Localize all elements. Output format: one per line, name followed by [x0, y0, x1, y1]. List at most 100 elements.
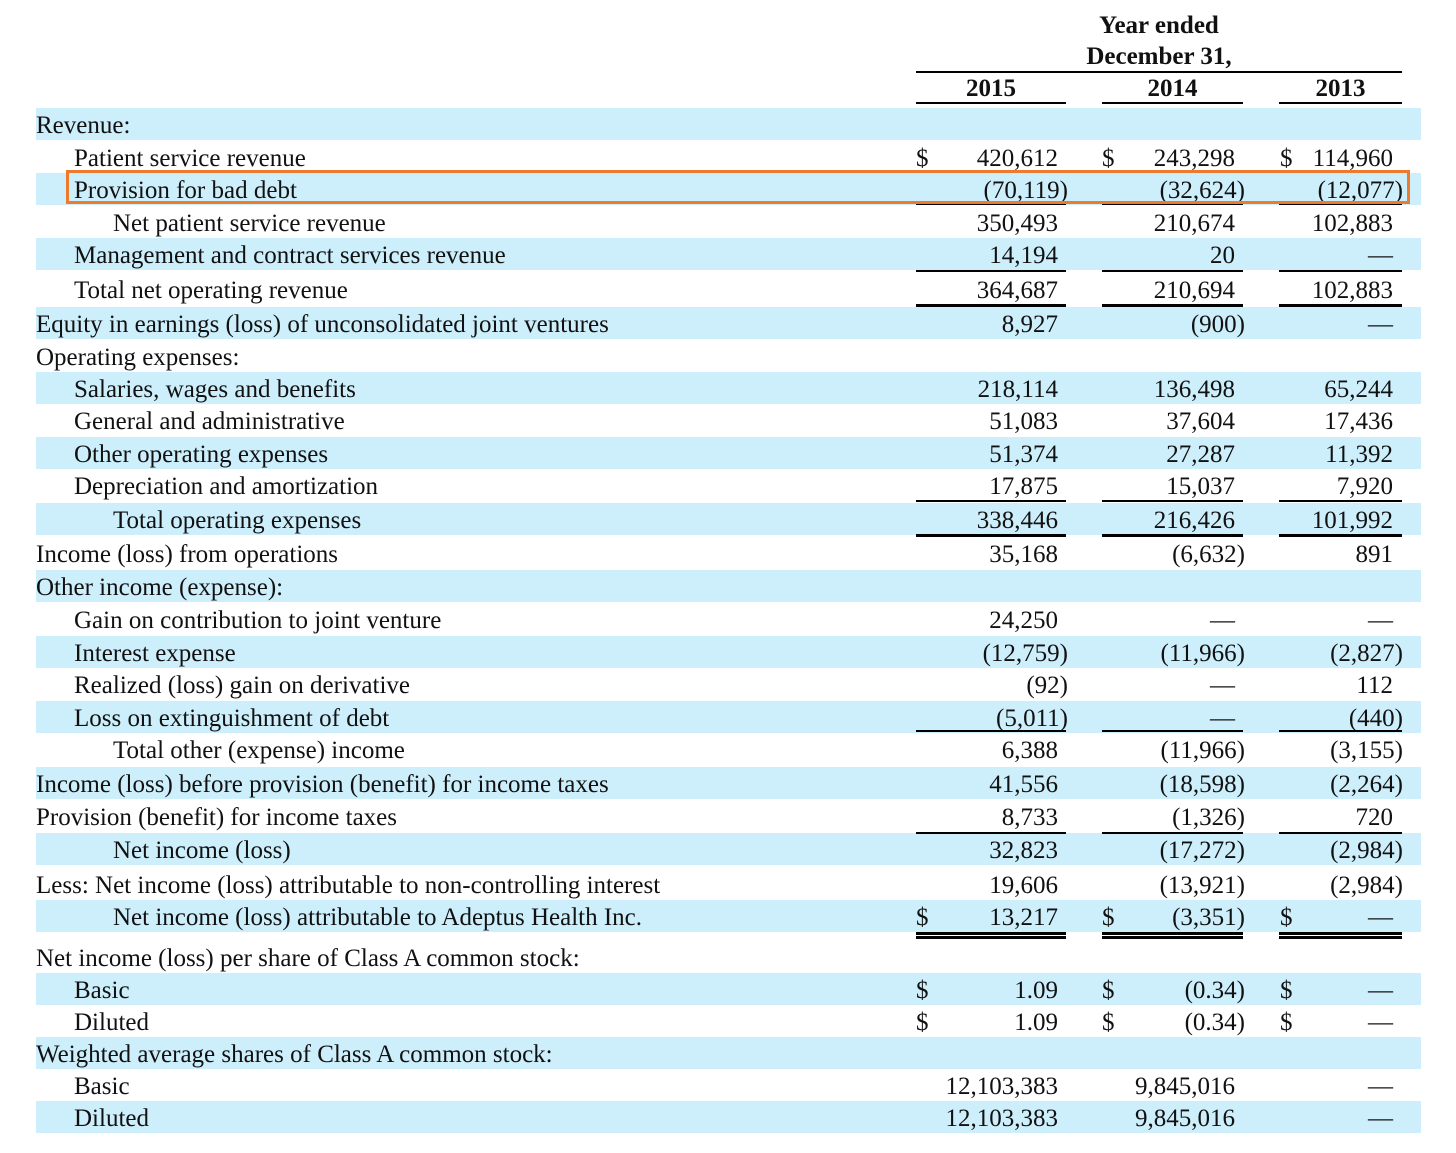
- row-label: Depreciation and amortization: [74, 473, 379, 500]
- cell-value-2013: —: [1368, 311, 1393, 338]
- table-row: Patient service revenue 420,612 243,298 114…: [36, 141, 1421, 173]
- table-row: Equity in earnings (loss) of unconsolida…: [36, 307, 1421, 339]
- cell-value-2015: (92): [1026, 672, 1068, 699]
- table-row: Other income (expense):: [36, 570, 1421, 602]
- year-rule-2013: [1279, 102, 1402, 104]
- year-header-2014: 2014: [1147, 75, 1198, 102]
- cell-value-2014: 15,037: [1166, 473, 1235, 500]
- table-row: Weighted average shares of Class A commo…: [36, 1037, 1421, 1069]
- underline-rule: [916, 534, 1066, 537]
- header-title-line1: Year ended: [1099, 12, 1219, 39]
- row-label: Net income (loss): [113, 837, 291, 864]
- cell-value-2015: 17,875: [989, 473, 1058, 500]
- cell-value-2014: 37,604: [1166, 408, 1235, 435]
- row-label: Salaries, wages and benefits: [74, 376, 356, 403]
- table-row: Operating expenses:: [36, 340, 1421, 372]
- cell-value-2014: 27,287: [1166, 441, 1235, 468]
- row-label: Other income (expense):: [36, 574, 284, 601]
- underline-rule: [916, 500, 1066, 502]
- table-row: Net income (loss) per share of Class A c…: [36, 941, 1421, 973]
- highlight-box-provision-for-bad-debt: [66, 170, 1410, 204]
- cell-value-2015: 35,168: [989, 541, 1058, 568]
- table-row: Diluted 1.09 (0.34) — $ $ $: [36, 1005, 1421, 1037]
- row-label: Management and contract services revenue: [74, 242, 506, 269]
- underline-rule: [1279, 304, 1402, 307]
- underline-rule: [1102, 832, 1243, 834]
- table-row: Management and contract services revenue…: [36, 238, 1421, 270]
- cell-value-2015: 12,103,383: [945, 1105, 1059, 1132]
- cell-value-2014: 210,694: [1153, 277, 1235, 304]
- table-row: Revenue:: [36, 108, 1421, 140]
- table-row: Depreciation and amortization 17,875 15,03…: [36, 469, 1421, 501]
- underline-rule: [1102, 936, 1243, 939]
- table-row: Interest expense (12,759) (11,966) (2,827): [36, 636, 1421, 668]
- cell-value-2013: 891: [1355, 541, 1394, 568]
- row-label: Gain on contribution to joint venture: [74, 607, 442, 634]
- cell-value-2015: (12,759): [982, 640, 1068, 667]
- row-label: Income (loss) from operations: [36, 541, 339, 568]
- cell-value-2014: (900): [1190, 311, 1245, 338]
- cell-value-2014: 9,845,016: [1135, 1073, 1235, 1100]
- table-row: Total operating expenses 338,446 216,426 10…: [36, 503, 1421, 535]
- underline-rule: [1279, 832, 1402, 834]
- year-rule-2014: [1102, 102, 1243, 104]
- table-row: Salaries, wages and benefits 218,114 136,4…: [36, 372, 1421, 404]
- row-label: Diluted: [74, 1105, 149, 1132]
- cell-value-2014: (13,921): [1159, 872, 1245, 899]
- row-label: Less: Net income (loss) attributable to …: [36, 872, 661, 899]
- underline-rule: [916, 270, 1066, 272]
- table-row: Other operating expenses 51,374 27,287 11,3…: [36, 437, 1421, 469]
- cell-value-2014: (11,966): [1160, 737, 1245, 764]
- underline-rule: [1279, 534, 1402, 537]
- row-label: Net income (loss) per share of Class A c…: [36, 945, 580, 972]
- table-row: Net income (loss) attributable to Adeptu…: [36, 900, 1421, 932]
- underline-rule: [916, 932, 1066, 935]
- currency-symbol: $: [1280, 1009, 1293, 1036]
- cell-value-2014: 20: [1210, 242, 1235, 269]
- cell-value-2015: 13,217: [989, 904, 1058, 931]
- row-label: Net income (loss) attributable to Adeptu…: [113, 904, 643, 931]
- underline-rule: [1102, 304, 1243, 307]
- table-row: Loss on extinguishment of debt (5,011) — (4…: [36, 701, 1421, 733]
- year-rule-2015: [916, 102, 1066, 104]
- cell-value-2014: (18,598): [1159, 771, 1245, 798]
- cell-value-2015: 41,556: [989, 771, 1058, 798]
- row-label: General and administrative: [74, 408, 345, 435]
- cell-value-2015: 14,194: [989, 242, 1058, 269]
- cell-value-2014: 210,674: [1153, 210, 1235, 237]
- underline-rule: [1102, 500, 1243, 502]
- cell-value-2013: 17,436: [1324, 408, 1393, 435]
- cell-value-2014: —: [1210, 607, 1235, 634]
- currency-symbol: $: [1102, 977, 1115, 1004]
- cell-value-2014: (17,272): [1159, 837, 1245, 864]
- row-label: Basic: [74, 977, 130, 1004]
- cell-value-2013: 720: [1355, 804, 1394, 831]
- cell-value-2014: 216,426: [1153, 507, 1235, 534]
- table-row: Net patient service revenue 350,493 210,67…: [36, 206, 1421, 238]
- table-row: Less: Net income (loss) attributable to …: [36, 868, 1421, 900]
- cell-value-2015: 6,388: [1001, 737, 1058, 764]
- currency-symbol: $: [1102, 1009, 1115, 1036]
- cell-value-2015: 51,083: [989, 408, 1058, 435]
- table-row: Total other (expense) income 6,388 (11,966…: [36, 733, 1421, 765]
- row-label: Weighted average shares of Class A commo…: [36, 1041, 553, 1068]
- cell-value-2014: (11,966): [1160, 640, 1245, 667]
- currency-symbol: $: [1280, 904, 1293, 931]
- cell-value-2014: 9,845,016: [1135, 1105, 1235, 1132]
- row-label: Total net operating revenue: [74, 277, 348, 304]
- row-label: Realized (loss) gain on derivative: [74, 672, 410, 699]
- row-label: Net patient service revenue: [113, 210, 386, 237]
- row-label: Basic: [74, 1073, 130, 1100]
- currency-symbol: $: [916, 904, 929, 931]
- underline-rule: [1279, 500, 1402, 502]
- underline-rule: [916, 304, 1066, 307]
- row-label: Interest expense: [74, 640, 236, 667]
- row-label: Total other (expense) income: [113, 737, 405, 764]
- cell-value-2015: 338,446: [976, 507, 1058, 534]
- underline-rule: [1102, 534, 1243, 537]
- cell-value-2015: 8,733: [1001, 804, 1058, 831]
- cell-value-2014: (0.34): [1184, 977, 1245, 1004]
- table-row: Diluted 12,103,383 9,845,016 —: [36, 1101, 1421, 1133]
- cell-value-2013: —: [1368, 904, 1393, 931]
- cell-value-2013: 7,920: [1336, 473, 1393, 500]
